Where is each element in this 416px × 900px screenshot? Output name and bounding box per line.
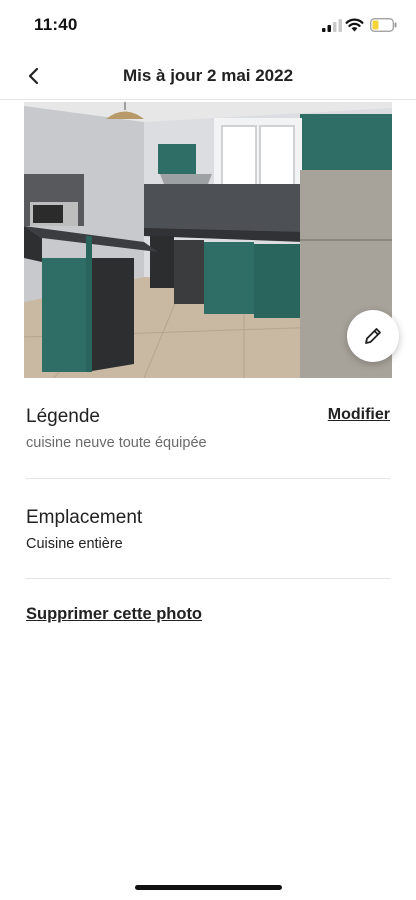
header: Mis à jour 2 mai 2022 [0, 52, 416, 100]
back-button[interactable] [20, 62, 48, 90]
home-indicator [135, 885, 282, 890]
divider [26, 478, 390, 479]
battery-icon [370, 18, 397, 32]
status-time: 11:40 [34, 15, 78, 34]
page-title: Mis à jour 2 mai 2022 [122, 66, 294, 85]
status-bar: 11:40 [0, 0, 416, 50]
divider [26, 578, 390, 579]
location-value: Cuisine entière [26, 536, 123, 552]
caption-section: Légende Modifier cuisine neuve toute équ… [26, 406, 390, 451]
location-title: Emplacement [26, 507, 143, 528]
location-section[interactable]: Emplacement Cuisine entière [26, 507, 390, 552]
caption-value: cuisine neuve toute équipée [26, 435, 207, 451]
wifi-icon [345, 18, 364, 32]
chevron-left-icon [28, 67, 39, 85]
edit-photo-button[interactable] [347, 310, 399, 362]
kitchen-photo[interactable] [24, 102, 392, 378]
pencil-icon [365, 328, 381, 344]
edit-caption-link[interactable]: Modifier [328, 406, 390, 424]
delete-photo-link[interactable]: Supprimer cette photo [26, 605, 202, 624]
signal-icon [322, 19, 342, 32]
kitchen-photo-illustration [24, 102, 392, 378]
